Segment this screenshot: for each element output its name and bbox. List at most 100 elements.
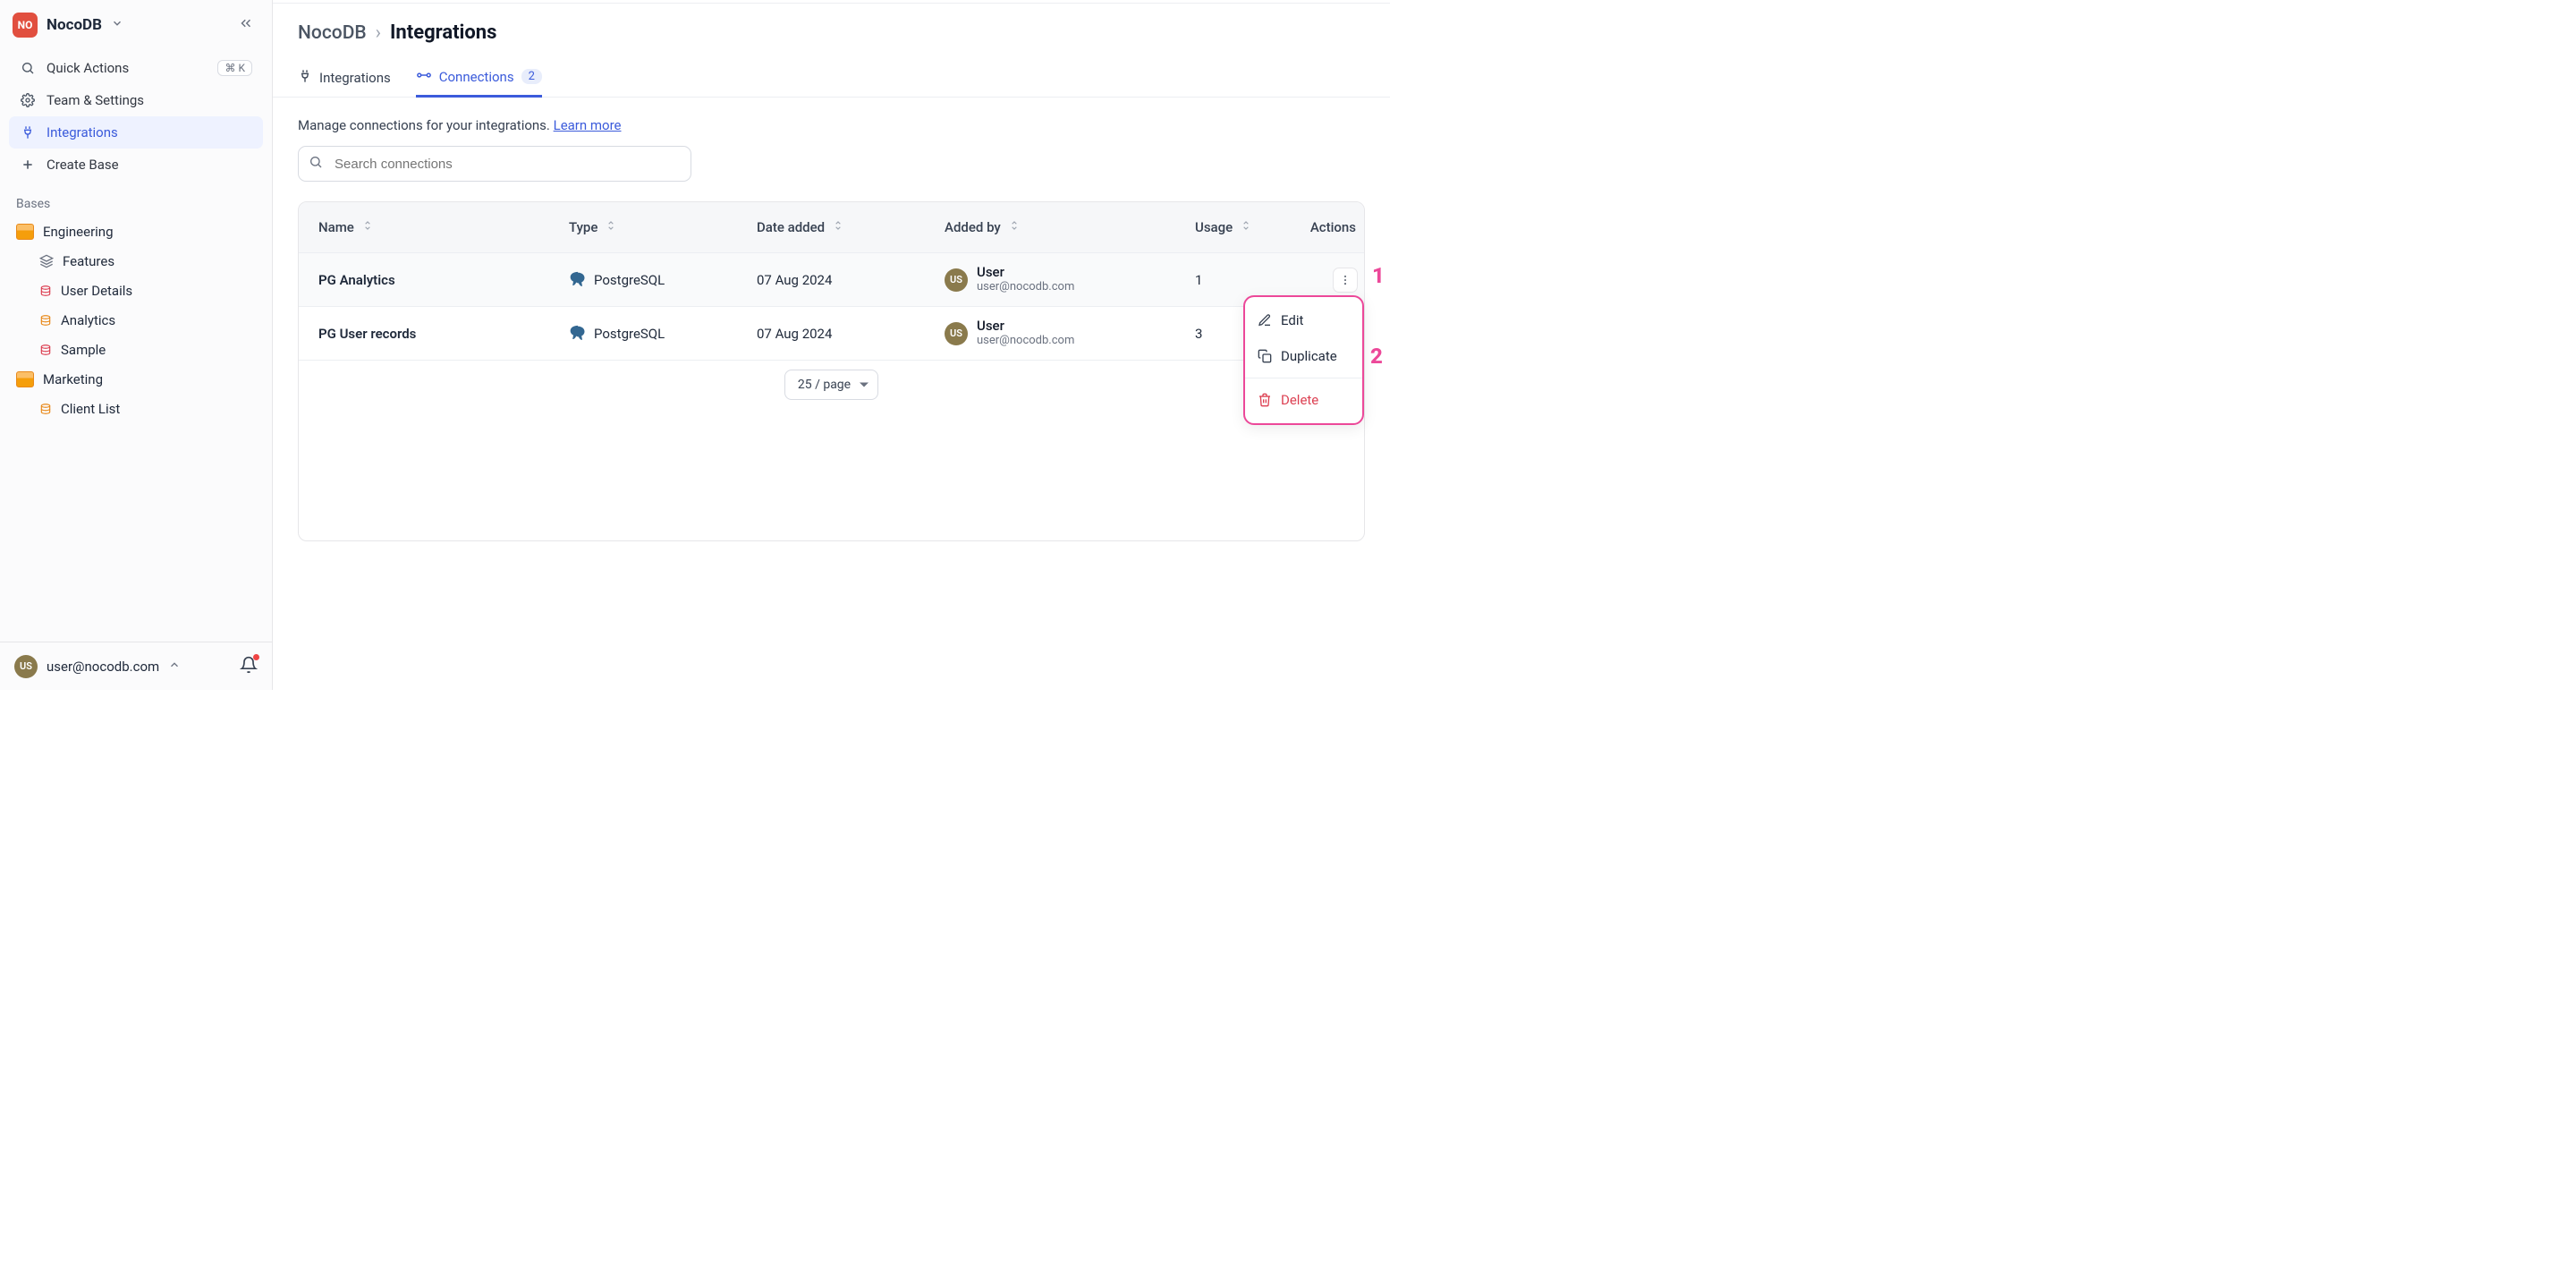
sort-icon bbox=[1240, 219, 1252, 235]
table-label: Analytics bbox=[61, 312, 115, 328]
user-name: User bbox=[977, 319, 1074, 334]
col-added-by[interactable]: Added by bbox=[925, 219, 1175, 235]
search-icon bbox=[309, 155, 323, 173]
col-date[interactable]: Date added bbox=[737, 219, 925, 235]
cell-type: PostgreSQL bbox=[549, 325, 737, 343]
brand-badge: NO bbox=[13, 13, 38, 38]
cell-usage: 1 bbox=[1175, 272, 1309, 288]
chevron-down-icon bbox=[111, 17, 123, 33]
main: NocoDB › Integrations Integrations Conne… bbox=[273, 0, 1390, 690]
col-label: Added by bbox=[945, 219, 1001, 235]
bases-heading: Bases bbox=[0, 183, 272, 217]
collapse-sidebar-button[interactable] bbox=[233, 12, 259, 39]
table-user-details[interactable]: User Details bbox=[5, 276, 267, 305]
menu-label: Delete bbox=[1281, 392, 1318, 408]
col-usage[interactable]: Usage bbox=[1175, 219, 1309, 235]
plug-icon bbox=[20, 125, 36, 140]
notification-dot-icon bbox=[253, 654, 259, 660]
nav-label: Team & Settings bbox=[47, 92, 144, 108]
tab-label: Integrations bbox=[319, 70, 391, 86]
type-label: PostgreSQL bbox=[594, 326, 665, 342]
user-name: User bbox=[977, 265, 1074, 280]
bases-tree: Engineering Features User Details Analyt… bbox=[0, 217, 272, 423]
search-wrap bbox=[298, 146, 691, 182]
nav-label: Integrations bbox=[47, 124, 118, 140]
sidebar: NO NocoDB Quick Actions ⌘ K Team & Setti… bbox=[0, 0, 273, 690]
table-label: Client List bbox=[61, 401, 120, 417]
gear-icon bbox=[20, 93, 36, 107]
table-label: Features bbox=[63, 253, 114, 269]
table-row[interactable]: PG User records PostgreSQL 07 Aug 2024 U… bbox=[299, 306, 1364, 360]
base-marketing[interactable]: Marketing bbox=[5, 364, 267, 394]
annotation-callout-2: 2 bbox=[1370, 344, 1383, 369]
menu-label: Duplicate bbox=[1281, 348, 1337, 364]
database-icon bbox=[39, 285, 52, 297]
col-label: Type bbox=[569, 219, 597, 235]
database-icon bbox=[39, 314, 52, 327]
menu-delete[interactable]: Delete bbox=[1245, 382, 1362, 418]
description-text: Manage connections for your integrations… bbox=[298, 117, 550, 133]
table-footer: 25 / page 2 records bbox=[299, 360, 1364, 408]
table-features[interactable]: Features bbox=[5, 246, 267, 276]
nav-team-settings[interactable]: Team & Settings bbox=[9, 84, 263, 116]
sort-icon bbox=[832, 219, 844, 235]
sidebar-nav: Quick Actions ⌘ K Team & Settings Integr… bbox=[0, 50, 272, 183]
chevron-up-icon[interactable] bbox=[168, 659, 181, 675]
table-label: User Details bbox=[61, 283, 132, 299]
nav-label: Quick Actions bbox=[47, 60, 129, 76]
tab-integrations[interactable]: Integrations bbox=[298, 58, 391, 97]
menu-duplicate[interactable]: Duplicate bbox=[1245, 338, 1362, 374]
content: Manage connections for your integrations… bbox=[273, 98, 1390, 690]
tab-connections[interactable]: Connections 2 bbox=[416, 59, 542, 98]
base-label: Marketing bbox=[43, 371, 103, 387]
keyboard-shortcut: ⌘ K bbox=[217, 60, 252, 76]
database-icon bbox=[39, 403, 52, 415]
search-icon bbox=[20, 61, 36, 75]
page-size-select[interactable]: 25 / page bbox=[784, 370, 878, 400]
chevron-right-icon: › bbox=[376, 22, 381, 44]
connections-table: Name Type Date added bbox=[298, 201, 1365, 541]
nav-create-base[interactable]: Create Base bbox=[9, 149, 263, 181]
postgres-icon bbox=[569, 325, 587, 343]
menu-edit[interactable]: Edit bbox=[1245, 302, 1362, 338]
base-engineering[interactable]: Engineering bbox=[5, 217, 267, 246]
annotation-callout-1: 1 bbox=[1372, 263, 1385, 288]
base-icon bbox=[16, 224, 34, 240]
col-actions: Actions bbox=[1309, 219, 1365, 235]
breadcrumb: NocoDB › Integrations bbox=[273, 4, 1390, 44]
tabs: Integrations Connections 2 bbox=[273, 58, 1390, 98]
search-input[interactable] bbox=[298, 146, 691, 182]
nav-quick-actions[interactable]: Quick Actions ⌘ K bbox=[9, 52, 263, 84]
plug-icon bbox=[298, 69, 312, 87]
row-actions-button[interactable] bbox=[1333, 268, 1358, 293]
table-row[interactable]: PG Analytics PostgreSQL 07 Aug 2024 US U… bbox=[299, 252, 1364, 306]
tab-count-badge: 2 bbox=[521, 69, 542, 84]
cell-added-by: US User user@nocodb.com bbox=[925, 319, 1175, 347]
base-label: Engineering bbox=[43, 224, 114, 240]
notifications-button[interactable] bbox=[240, 656, 258, 677]
cell-type: PostgreSQL bbox=[549, 271, 737, 289]
col-type[interactable]: Type bbox=[549, 219, 737, 235]
table-label: Sample bbox=[61, 342, 106, 358]
cell-added-by: US User user@nocodb.com bbox=[925, 265, 1175, 293]
page-size-label: 25 / page bbox=[798, 378, 851, 392]
footer-user-email[interactable]: user@nocodb.com bbox=[47, 659, 159, 675]
avatar[interactable]: US bbox=[14, 655, 38, 678]
cell-name: PG Analytics bbox=[299, 272, 549, 288]
sort-icon bbox=[1008, 219, 1021, 235]
base-icon bbox=[16, 371, 34, 387]
workspace-switcher[interactable]: NO NocoDB bbox=[0, 0, 272, 50]
avatar: US bbox=[945, 268, 968, 292]
tab-label: Connections bbox=[439, 69, 514, 85]
table-client-list[interactable]: Client List bbox=[5, 394, 267, 423]
sort-icon bbox=[361, 219, 374, 235]
table-sample[interactable]: Sample bbox=[5, 335, 267, 364]
breadcrumb-root[interactable]: NocoDB bbox=[298, 22, 367, 44]
learn-more-link[interactable]: Learn more bbox=[554, 117, 622, 133]
row-context-menu: Edit Duplicate Delete bbox=[1243, 295, 1364, 425]
table-analytics[interactable]: Analytics bbox=[5, 305, 267, 335]
user-email: user@nocodb.com bbox=[977, 335, 1074, 348]
col-name[interactable]: Name bbox=[299, 219, 549, 235]
postgres-icon bbox=[569, 271, 587, 289]
nav-integrations[interactable]: Integrations bbox=[9, 116, 263, 149]
